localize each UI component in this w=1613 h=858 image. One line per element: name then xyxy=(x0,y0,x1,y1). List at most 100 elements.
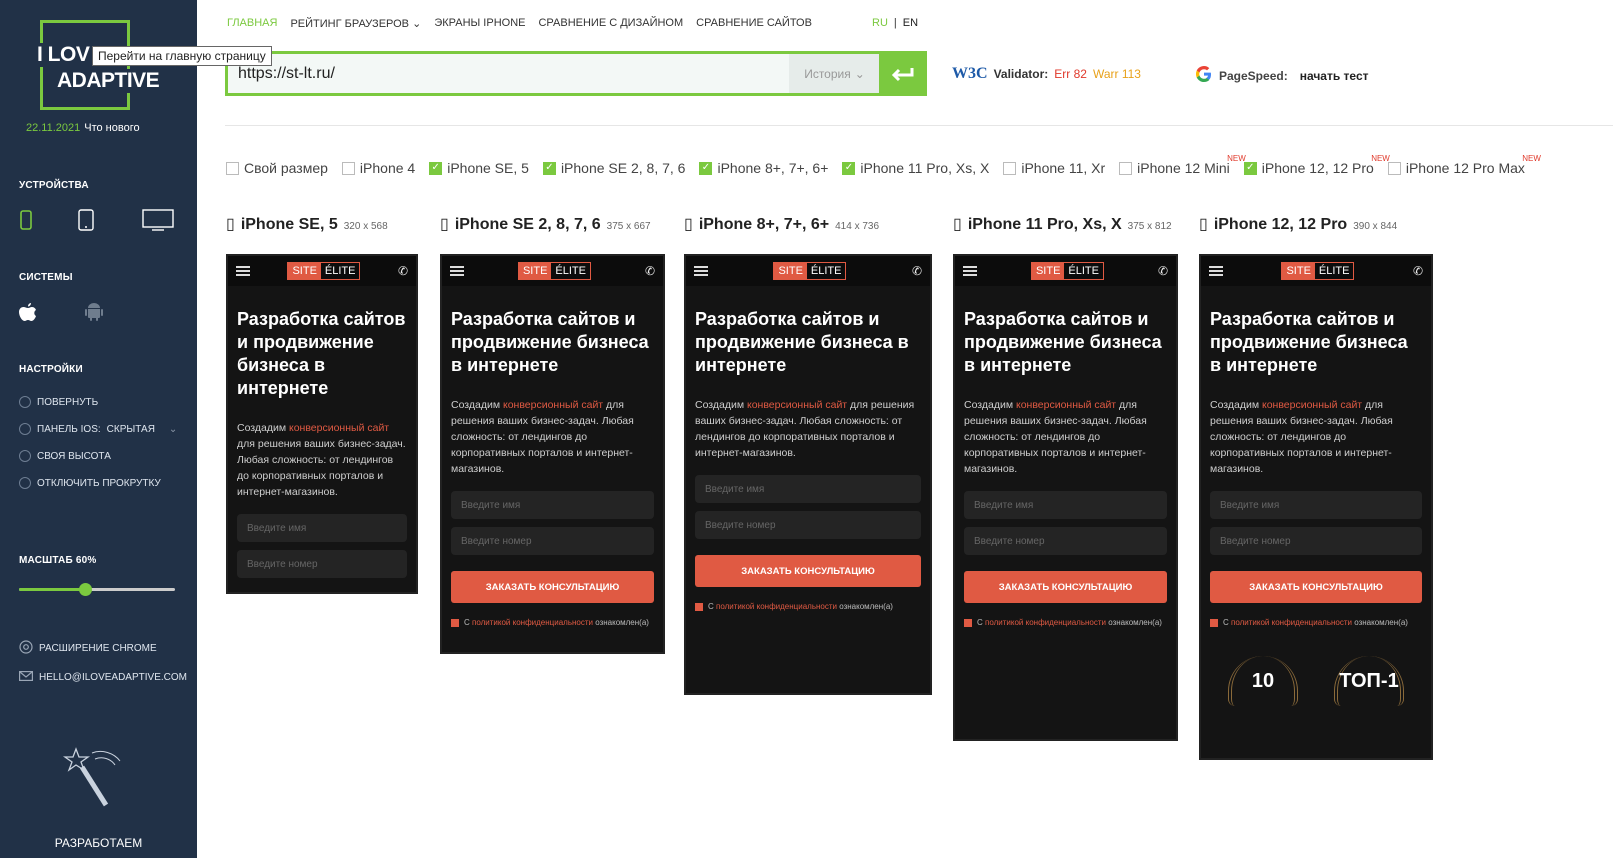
phone-preview[interactable]: SITE ÉLITE ✆ Разработка сайтов и продвижени… xyxy=(226,254,418,594)
checkbox-box[interactable]: ✓ xyxy=(842,161,856,175)
consultation-button[interactable]: ЗАКАЗАТЬ КОНСУЛЬТАЦИЮ xyxy=(1210,571,1422,603)
phone-icon[interactable]: ✆ xyxy=(645,264,655,278)
phone-icon[interactable]: ✆ xyxy=(398,264,408,278)
ios-panel-option[interactable]: ПАНЕЛЬ IOS: СКРЫТАЯ ⌄ xyxy=(19,423,177,435)
checkbox-box[interactable] xyxy=(1387,161,1401,175)
history-dropdown[interactable]: История ⌄ xyxy=(789,54,880,93)
menu-icon[interactable] xyxy=(236,266,250,276)
consent-checkbox[interactable]: С политикой конфиденциальности ознакомле… xyxy=(695,601,921,612)
site-logo[interactable]: SITE ÉLITE xyxy=(773,262,847,280)
whats-new[interactable]: 22.11.2021 Что нового xyxy=(26,122,140,134)
name-input[interactable]: Введите имя xyxy=(695,475,921,503)
device-checkbox[interactable]: ✓ iPhone 8+, 7+, 6+ xyxy=(699,160,828,176)
nav-sites-compare[interactable]: СРАВНЕНИЕ САЙТОВ xyxy=(696,17,812,30)
checkbox-box[interactable] xyxy=(1119,161,1133,175)
phone-icon[interactable]: ✆ xyxy=(1413,264,1423,278)
consent-box[interactable] xyxy=(451,619,459,627)
name-input[interactable]: Введите имя xyxy=(237,514,407,542)
device-checkbox[interactable]: ✓ iPhone 11 Pro, Xs, X xyxy=(842,160,989,176)
scale-slider-knob[interactable] xyxy=(78,583,92,596)
nav-design-compare[interactable]: СРАВНЕНИЕ С ДИЗАЙНОМ xyxy=(538,17,683,30)
phone-preview[interactable]: SITE ÉLITE ✆ Разработка сайтов и продвижени… xyxy=(953,254,1178,741)
phone-preview[interactable]: SITE ÉLITE ✆ Разработка сайтов и продвижени… xyxy=(440,254,665,654)
phone-device-icon[interactable] xyxy=(14,205,38,235)
apple-icon[interactable] xyxy=(16,297,40,327)
android-icon[interactable] xyxy=(82,297,106,327)
phone-input[interactable]: Введите номер xyxy=(451,527,654,555)
site-logo[interactable]: SITE ÉLITE xyxy=(517,262,591,280)
menu-icon[interactable] xyxy=(963,266,977,276)
nav-browser-rating[interactable]: РЕЙТИНГ БРАУЗЕРОВ ⌄ xyxy=(290,17,421,30)
disable-scroll-option[interactable]: ОТКЛЮЧИТЬ ПРОКРУТКУ xyxy=(19,477,161,489)
desc-highlight[interactable]: конверсионный сайт xyxy=(1262,399,1362,411)
validator-warnings[interactable]: Warr 113 xyxy=(1093,67,1141,81)
nav-iphone-screens[interactable]: ЭКРАНЫ IPHONE xyxy=(434,17,525,30)
device-checkbox[interactable]: ✓ iPhone SE, 5 xyxy=(429,160,529,176)
consultation-button[interactable]: ЗАКАЗАТЬ КОНСУЛЬТАЦИЮ xyxy=(451,571,654,603)
privacy-link[interactable]: политикой конфиденциальности xyxy=(716,602,837,611)
device-checkbox[interactable]: iPhone 11, Xr xyxy=(1003,160,1105,176)
consent-box[interactable] xyxy=(1210,619,1218,627)
checkbox-box[interactable]: ✓ xyxy=(1243,161,1257,175)
w3c-validator[interactable]: W3C Validator: Err 82 Warr 113 xyxy=(952,65,1141,83)
custom-height-option[interactable]: СВОЯ ВЫСОТА xyxy=(19,450,111,462)
lang-ru[interactable]: RU xyxy=(872,17,888,29)
menu-icon[interactable] xyxy=(1209,266,1223,276)
consent-checkbox[interactable]: С политикой конфиденциальности ознакомле… xyxy=(451,617,654,628)
checkbox-box[interactable] xyxy=(226,161,239,175)
privacy-link[interactable]: политикой конфиденциальности xyxy=(1231,618,1352,627)
phone-icon[interactable]: ✆ xyxy=(912,264,922,278)
scale-slider[interactable] xyxy=(19,583,175,596)
checkbox-box[interactable] xyxy=(341,161,355,175)
device-checkbox[interactable]: iPhone 12 Pro Max NEW xyxy=(1387,154,1541,176)
phone-input[interactable]: Введите номер xyxy=(237,550,407,578)
site-logo[interactable]: SITE ÉLITE xyxy=(1030,262,1104,280)
name-input[interactable]: Введите имя xyxy=(964,491,1167,519)
submit-button[interactable] xyxy=(879,51,927,96)
consultation-button[interactable]: ЗАКАЗАТЬ КОНСУЛЬТАЦИЮ xyxy=(695,555,921,587)
develop-button[interactable]: РАЗРАБОТАЕМ xyxy=(0,836,197,850)
tablet-device-icon[interactable] xyxy=(74,205,98,235)
checkbox-box[interactable]: ✓ xyxy=(542,161,556,175)
url-input[interactable] xyxy=(228,54,788,93)
menu-icon[interactable] xyxy=(450,266,464,276)
nav-home[interactable]: ГЛАВНАЯ xyxy=(227,17,277,30)
validator-errors[interactable]: Err 82 xyxy=(1054,67,1087,81)
device-checkbox[interactable]: iPhone 12 Mini NEW xyxy=(1119,154,1246,176)
name-input[interactable]: Введите имя xyxy=(1210,491,1422,519)
privacy-link[interactable]: политикой конфиденциальности xyxy=(472,618,593,627)
checkbox-box[interactable]: ✓ xyxy=(699,161,713,175)
desc-highlight[interactable]: конверсионный сайт xyxy=(1016,399,1116,411)
phone-preview[interactable]: SITE ÉLITE ✆ Разработка сайтов и продвижени… xyxy=(1199,254,1433,760)
site-logo[interactable]: SITE ÉLITE xyxy=(287,262,361,280)
consent-checkbox[interactable]: С политикой конфиденциальности ознакомле… xyxy=(964,617,1167,628)
phone-input[interactable]: Введите номер xyxy=(695,511,921,539)
device-checkbox[interactable]: ✓ iPhone SE 2, 8, 7, 6 xyxy=(542,160,685,176)
desc-highlight[interactable]: конверсионный сайт xyxy=(747,399,847,411)
chrome-extension-link[interactable]: РАСШИРЕНИЕ CHROME xyxy=(19,640,157,657)
device-checkbox[interactable]: ✓ iPhone 12, 12 Pro NEW xyxy=(1243,154,1390,176)
rotate-option[interactable]: ПОВЕРНУТЬ xyxy=(19,396,98,408)
consent-box[interactable] xyxy=(964,619,972,627)
device-checkbox[interactable]: iPhone 4 xyxy=(341,160,415,176)
phone-input[interactable]: Введите номер xyxy=(1210,527,1422,555)
desc-highlight[interactable]: конверсионный сайт xyxy=(503,399,603,411)
consultation-button[interactable]: ЗАКАЗАТЬ КОНСУЛЬТАЦИЮ xyxy=(964,571,1167,603)
consent-box[interactable] xyxy=(695,603,703,611)
lang-en[interactable]: EN xyxy=(903,17,918,29)
site-logo[interactable]: SITE ÉLITE xyxy=(1281,262,1355,280)
name-input[interactable]: Введите имя xyxy=(451,491,654,519)
pagespeed-run[interactable]: начать тест xyxy=(1300,69,1369,83)
checkbox-box[interactable]: ✓ xyxy=(429,161,443,175)
email-link[interactable]: HELLO@ILOVEADAPTIVE.COM xyxy=(19,671,187,684)
menu-icon[interactable] xyxy=(694,266,708,276)
checkbox-box[interactable] xyxy=(1003,161,1017,175)
privacy-link[interactable]: политикой конфиденциальности xyxy=(985,618,1106,627)
desktop-device-icon[interactable] xyxy=(140,205,176,235)
device-checkbox[interactable]: Свой размер xyxy=(226,160,328,176)
phone-preview[interactable]: SITE ÉLITE ✆ Разработка сайтов и продвижени… xyxy=(684,254,932,695)
phone-input[interactable]: Введите номер xyxy=(964,527,1167,555)
consent-checkbox[interactable]: С политикой конфиденциальности ознакомле… xyxy=(1210,617,1422,628)
phone-icon[interactable]: ✆ xyxy=(1158,264,1168,278)
desc-highlight[interactable]: конверсионный сайт xyxy=(289,422,389,434)
